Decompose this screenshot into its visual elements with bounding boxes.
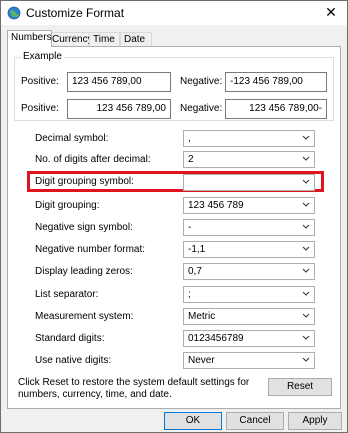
use-native-digits-label: Use native digits:	[35, 355, 112, 366]
negative-number-format-label: Negative number format:	[35, 244, 146, 255]
chevron-down-icon	[302, 313, 310, 318]
display-leading-zeros-label: Display leading zeros:	[35, 266, 133, 277]
tab-date[interactable]: Date	[120, 32, 152, 47]
tab-currency[interactable]: Currency	[48, 32, 93, 47]
measurement-system-select[interactable]: Metric	[183, 308, 315, 325]
chevron-down-icon	[302, 246, 310, 251]
standard-digits-label: Standard digits:	[35, 333, 105, 344]
positive-label: Positive:	[21, 76, 59, 87]
negative-label: Negative:	[180, 103, 223, 114]
decimal-symbol-label: Decimal symbol:	[35, 133, 109, 144]
window-title: Customize Format	[26, 6, 125, 20]
negative-sign-symbol-label: Negative sign symbol:	[35, 222, 133, 233]
digit-grouping-symbol-select[interactable]	[183, 174, 315, 191]
standard-digits-value: 0123456789	[188, 333, 244, 344]
settings-globe-icon	[7, 6, 21, 20]
digits-after-decimal-value: 2	[188, 154, 194, 165]
display-leading-zeros-value: 0,7	[188, 266, 202, 277]
negative-example-2: 123 456 789,00-	[225, 99, 327, 119]
use-native-digits-select[interactable]: Never	[183, 352, 315, 369]
measurement-system-label: Measurement system:	[35, 311, 134, 322]
title-bar: Customize Format ✕	[1, 1, 347, 25]
digits-after-decimal-label: No. of digits after decimal:	[35, 154, 151, 165]
digit-grouping-value: 123 456 789	[188, 200, 244, 211]
customize-format-dialog: Customize Format ✕ Numbers Currency Time…	[0, 0, 348, 433]
negative-label: Negative:	[180, 76, 223, 87]
positive-label: Positive:	[21, 103, 59, 114]
chevron-down-icon	[302, 268, 310, 273]
chevron-down-icon	[302, 291, 310, 296]
negative-example-1: -123 456 789,00	[225, 72, 327, 92]
apply-button[interactable]: Apply	[288, 412, 342, 430]
positive-example-2: 123 456 789,00	[67, 99, 171, 119]
negative-sign-symbol-select[interactable]: -	[183, 219, 315, 236]
ok-button[interactable]: OK	[164, 412, 222, 430]
cancel-button[interactable]: Cancel	[226, 412, 284, 430]
decimal-symbol-select[interactable]: ,	[183, 130, 315, 147]
digit-grouping-label: Digit grouping:	[35, 200, 100, 211]
chevron-down-icon	[302, 179, 310, 184]
digit-grouping-select[interactable]: 123 456 789	[183, 197, 315, 214]
chevron-down-icon	[302, 156, 310, 161]
standard-digits-select[interactable]: 0123456789	[183, 330, 315, 347]
list-separator-select[interactable]: ;	[183, 286, 315, 303]
digit-grouping-symbol-label: Digit grouping symbol:	[35, 176, 134, 187]
tab-numbers[interactable]: Numbers	[7, 30, 52, 47]
numbers-tab-panel: Example Positive: 123 456 789,00 Negativ…	[7, 46, 341, 409]
close-icon[interactable]: ✕	[321, 2, 341, 22]
decimal-symbol-value: ,	[188, 133, 191, 144]
chevron-down-icon	[302, 335, 310, 340]
chevron-down-icon	[302, 202, 310, 207]
measurement-system-value: Metric	[188, 311, 216, 322]
negative-sign-symbol-value: -	[188, 222, 192, 233]
use-native-digits-value: Never	[188, 355, 215, 366]
chevron-down-icon	[302, 357, 310, 362]
list-separator-label: List separator:	[35, 289, 99, 300]
display-leading-zeros-select[interactable]: 0,7	[183, 263, 315, 280]
negative-number-format-select[interactable]: -1,1	[183, 241, 315, 258]
tab-time[interactable]: Time	[89, 32, 120, 47]
list-separator-value: ;	[188, 289, 191, 300]
negative-number-format-value: -1,1	[188, 244, 206, 255]
positive-example-1: 123 456 789,00	[67, 72, 171, 92]
digits-after-decimal-select[interactable]: 2	[183, 151, 315, 168]
chevron-down-icon	[302, 224, 310, 229]
reset-button[interactable]: Reset	[268, 378, 332, 396]
example-legend: Example	[21, 51, 64, 62]
example-group: Example Positive: 123 456 789,00 Negativ…	[14, 51, 334, 121]
reset-description: Click Reset to restore the system defaul…	[18, 377, 250, 400]
chevron-down-icon	[302, 135, 310, 140]
